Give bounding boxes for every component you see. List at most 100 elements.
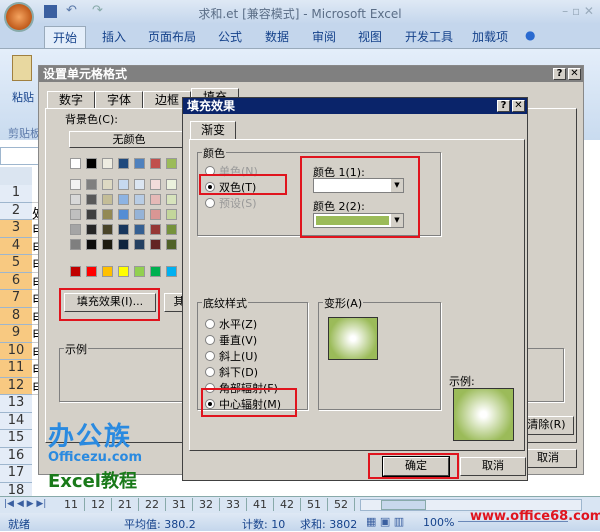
color-swatch[interactable] xyxy=(102,179,113,190)
color-swatch[interactable] xyxy=(134,179,145,190)
color-swatch[interactable] xyxy=(150,266,161,277)
row-header[interactable]: 1 xyxy=(0,185,32,203)
tab-view[interactable]: 视图 xyxy=(358,28,382,45)
color-swatch[interactable] xyxy=(134,239,145,250)
color-swatch[interactable] xyxy=(118,194,129,205)
tab-formulas[interactable]: 公式 xyxy=(218,28,242,45)
tab-data[interactable]: 数据 xyxy=(265,28,289,45)
paste-icon[interactable] xyxy=(12,55,32,81)
row-header[interactable]: 10 xyxy=(0,342,32,360)
row-header[interactable]: 9 xyxy=(0,325,32,343)
view-buttons[interactable]: ▦ ▣ ▥ xyxy=(366,515,404,528)
color-swatch[interactable] xyxy=(102,224,113,235)
color-swatch[interactable] xyxy=(86,224,97,235)
cancel-button[interactable]: 取消 xyxy=(460,457,526,476)
color-swatch[interactable] xyxy=(102,194,113,205)
radio-shading[interactable]: 垂直(V) xyxy=(205,332,257,348)
radio-shading[interactable]: 斜下(D) xyxy=(205,364,258,380)
tab-addins[interactable]: 加载项 xyxy=(472,28,508,45)
tab-number[interactable]: 数字 xyxy=(47,91,95,109)
color-swatch[interactable] xyxy=(134,224,145,235)
help-icon[interactable]: ● xyxy=(525,28,535,42)
sheet-nav-buttons[interactable]: |◀ ◀ ▶ ▶| xyxy=(4,499,46,509)
sheet-tab[interactable]: 12 xyxy=(85,498,112,511)
radio-shading[interactable]: 斜上(U) xyxy=(205,348,258,364)
sheet-tab[interactable]: 42 xyxy=(274,498,301,511)
row-header[interactable]: 15 xyxy=(0,430,32,448)
paste-button[interactable]: 粘贴 xyxy=(12,89,34,105)
color-swatch[interactable] xyxy=(118,158,129,169)
color-swatch[interactable] xyxy=(118,239,129,250)
color-swatch[interactable] xyxy=(134,158,145,169)
color-swatch[interactable] xyxy=(86,266,97,277)
color-swatch[interactable] xyxy=(166,224,177,235)
color-swatch[interactable] xyxy=(150,179,161,190)
color-swatch[interactable] xyxy=(86,194,97,205)
no-color-button[interactable]: 无颜色 xyxy=(69,131,189,148)
color-swatch[interactable] xyxy=(166,209,177,220)
row-header[interactable]: 17 xyxy=(0,465,32,483)
select-all[interactable] xyxy=(0,167,32,185)
zoom-level[interactable]: 100% xyxy=(423,516,454,529)
color-swatch[interactable] xyxy=(150,158,161,169)
color-swatch[interactable] xyxy=(166,239,177,250)
row-header[interactable]: 4 xyxy=(0,237,32,255)
sheet-tab[interactable]: 51 xyxy=(301,498,328,511)
tab-review[interactable]: 审阅 xyxy=(312,28,336,45)
color-swatch[interactable] xyxy=(118,209,129,220)
color-swatch[interactable] xyxy=(166,158,177,169)
tab-page-layout[interactable]: 页面布局 xyxy=(148,28,196,45)
color-swatch[interactable] xyxy=(150,194,161,205)
color-swatch[interactable] xyxy=(118,266,129,277)
color-swatch[interactable] xyxy=(102,209,113,220)
row-header[interactable]: 12 xyxy=(0,377,32,395)
tab-gradient[interactable]: 渐变 xyxy=(190,121,236,139)
sheet-tab[interactable]: 11 xyxy=(58,498,85,511)
color-swatch[interactable] xyxy=(102,239,113,250)
sheet-tab[interactable]: 32 xyxy=(193,498,220,511)
row-header[interactable]: 14 xyxy=(0,412,32,430)
color-swatch[interactable] xyxy=(70,209,81,220)
color-swatch[interactable] xyxy=(118,179,129,190)
tab-font[interactable]: 字体 xyxy=(95,91,143,109)
row-header[interactable]: 3 xyxy=(0,220,32,238)
color-swatch[interactable] xyxy=(70,194,81,205)
color-swatch[interactable] xyxy=(70,158,81,169)
office-button[interactable] xyxy=(4,2,34,32)
help-button[interactable]: ? xyxy=(497,100,510,112)
radio-shading[interactable]: 水平(Z) xyxy=(205,316,257,332)
color-swatch[interactable] xyxy=(102,266,113,277)
row-header[interactable]: 5 xyxy=(0,255,32,273)
name-box[interactable] xyxy=(0,147,40,165)
sheet-tab[interactable]: 21 xyxy=(112,498,139,511)
close-button[interactable]: ✕ xyxy=(568,68,581,80)
tab-home[interactable]: 开始 xyxy=(44,26,87,48)
radio-preset[interactable]: 预设(S) xyxy=(205,195,257,211)
color-swatch[interactable] xyxy=(70,239,81,250)
color-swatch[interactable] xyxy=(166,194,177,205)
sheet-tab[interactable]: 52 xyxy=(328,498,355,511)
row-header[interactable]: 2 xyxy=(0,202,32,220)
color-swatch[interactable] xyxy=(70,224,81,235)
row-header[interactable]: 8 xyxy=(0,307,32,325)
row-header[interactable]: 11 xyxy=(0,360,32,378)
sheet-tab[interactable]: 41 xyxy=(247,498,274,511)
color-swatch[interactable] xyxy=(70,266,81,277)
color-swatch[interactable] xyxy=(86,158,97,169)
row-header[interactable]: 7 xyxy=(0,290,32,308)
sheet-tab[interactable]: 31 xyxy=(166,498,193,511)
color-swatch[interactable] xyxy=(70,179,81,190)
row-header[interactable]: 6 xyxy=(0,272,32,290)
tab-developer[interactable]: 开发工具 xyxy=(405,28,453,45)
color-swatch[interactable] xyxy=(86,239,97,250)
color-swatch[interactable] xyxy=(86,209,97,220)
help-button[interactable]: ? xyxy=(553,68,566,80)
row-header[interactable]: 16 xyxy=(0,447,32,465)
window-controls[interactable]: – ▫ ✕ xyxy=(562,4,594,18)
close-button[interactable]: ✕ xyxy=(512,100,525,112)
color-swatch[interactable] xyxy=(150,239,161,250)
color-swatch[interactable] xyxy=(166,266,177,277)
color-swatch[interactable] xyxy=(118,224,129,235)
color-swatch[interactable] xyxy=(166,179,177,190)
color-swatch[interactable] xyxy=(134,209,145,220)
